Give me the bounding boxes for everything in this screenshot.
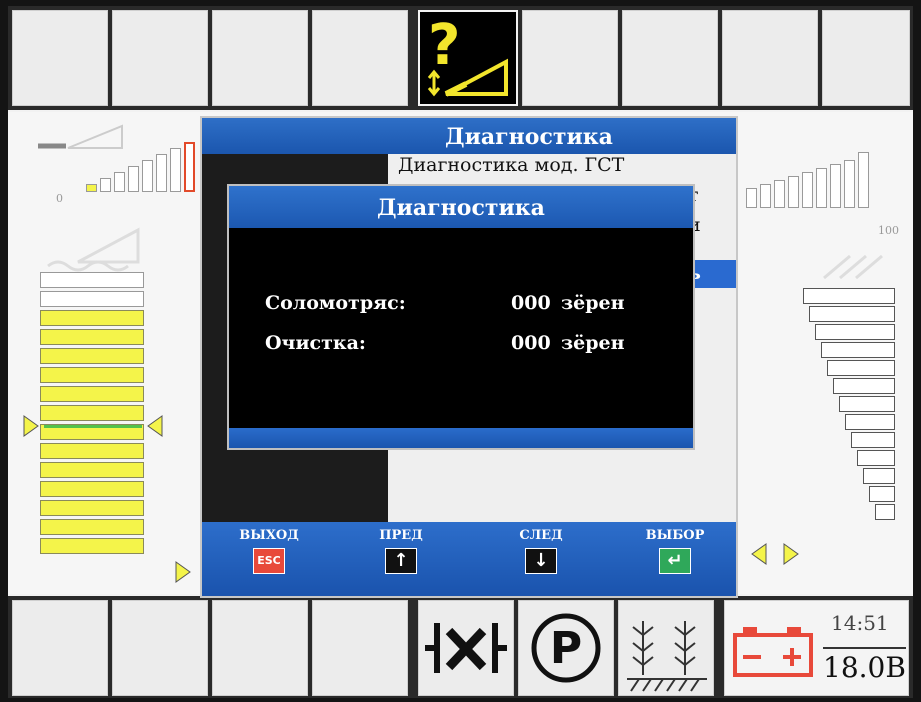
crop-row-icon[interactable] xyxy=(618,600,714,696)
softkey-top-7[interactable] xyxy=(622,10,718,106)
outer-dialog-title: Диагностика xyxy=(202,118,736,154)
select-label: ВЫБОР xyxy=(645,528,705,543)
right-pointer-left-icon xyxy=(751,543,767,565)
softkey-top-3[interactable] xyxy=(212,10,308,106)
battery-icon xyxy=(733,627,813,677)
previous-label: ПРЕД xyxy=(379,528,423,543)
right-stair-gauge xyxy=(746,148,886,208)
arrow-up-icon: ↑ xyxy=(385,548,417,574)
enter-key-icon: ↵ xyxy=(659,548,691,574)
cleaning-label: Очистка: xyxy=(265,332,366,354)
right-pointer-icon xyxy=(783,543,799,565)
parking-brake-icon[interactable]: P xyxy=(518,600,614,696)
clock-time: 14:51 xyxy=(831,611,889,635)
right-ladder-gauge xyxy=(803,288,895,522)
left-pointer-icon xyxy=(23,415,39,437)
exit-label: ВЫХОД xyxy=(239,528,299,543)
next-button[interactable]: СЛЕД ↓ xyxy=(496,528,586,574)
differential-lock-icon[interactable] xyxy=(418,600,514,696)
header-tilt-icon xyxy=(47,227,140,272)
top-softkey-bar: ? xyxy=(8,6,913,110)
next-label: СЛЕД xyxy=(519,528,563,543)
menu-item-gst-diagnostics[interactable]: Диагностика мод. ГСТ xyxy=(398,154,624,176)
softkey-top-9[interactable] xyxy=(822,10,910,106)
previous-button[interactable]: ПРЕД ↑ xyxy=(356,528,446,574)
softkey-top-2[interactable] xyxy=(112,10,208,106)
header-lift-warning-icon[interactable]: ? xyxy=(418,10,518,106)
left-bottom-pointer-icon xyxy=(175,561,191,583)
softkey-bottom-4[interactable] xyxy=(312,600,408,696)
svg-text:P: P xyxy=(550,623,582,674)
exit-button[interactable]: ВЫХОД ESC xyxy=(224,528,314,574)
straw-walker-value: 000 xyxy=(511,292,551,314)
svg-text:?: ? xyxy=(428,13,460,78)
left-pointer-right-icon xyxy=(147,415,163,437)
left-level-gauge xyxy=(40,272,144,557)
level-setpoint-line xyxy=(44,425,142,428)
softkey-bottom-3[interactable] xyxy=(212,600,308,696)
bottom-softkey-bar: P 14:51 18.0В xyxy=(8,596,913,698)
battery-voltage: 18.0В xyxy=(823,647,906,684)
softkey-top-8[interactable] xyxy=(722,10,818,106)
crop-flow-icon xyxy=(823,254,883,280)
status-panel: 14:51 18.0В xyxy=(724,600,909,696)
left-stair-gauge xyxy=(86,132,206,192)
softkey-bottom-2[interactable] xyxy=(112,600,208,696)
left-scale-min: 0 xyxy=(56,192,63,205)
straw-walker-label: Соломотряс: xyxy=(265,292,406,314)
softkey-top-4[interactable] xyxy=(312,10,408,106)
arrow-down-icon: ↓ xyxy=(525,548,557,574)
inner-dialog-title: Диагностика xyxy=(229,186,693,228)
cleaning-unit: зёрен xyxy=(561,332,625,354)
straw-walker-unit: зёрен xyxy=(561,292,625,314)
inner-dialog-footer xyxy=(229,428,693,448)
cleaning-value: 000 xyxy=(511,332,551,354)
right-scale-max: 100 xyxy=(878,224,899,237)
softkey-top-1[interactable] xyxy=(12,10,108,106)
dialog-footer-nav: ВЫХОД ESC ПРЕД ↑ СЛЕД ↓ ВЫБОР ↵ xyxy=(202,522,736,596)
display-screen: ? 0 100 P 14:51 18.0В Диагностика Диагно… xyxy=(8,6,913,698)
softkey-bottom-1[interactable] xyxy=(12,600,108,696)
select-button[interactable]: ВЫБОР ↵ xyxy=(630,528,720,574)
softkey-top-6[interactable] xyxy=(522,10,618,106)
esc-key-icon: ESC xyxy=(253,548,285,574)
grain-loss-dialog: Диагностика Соломотряс: 000 зёрен Очистк… xyxy=(227,184,695,450)
